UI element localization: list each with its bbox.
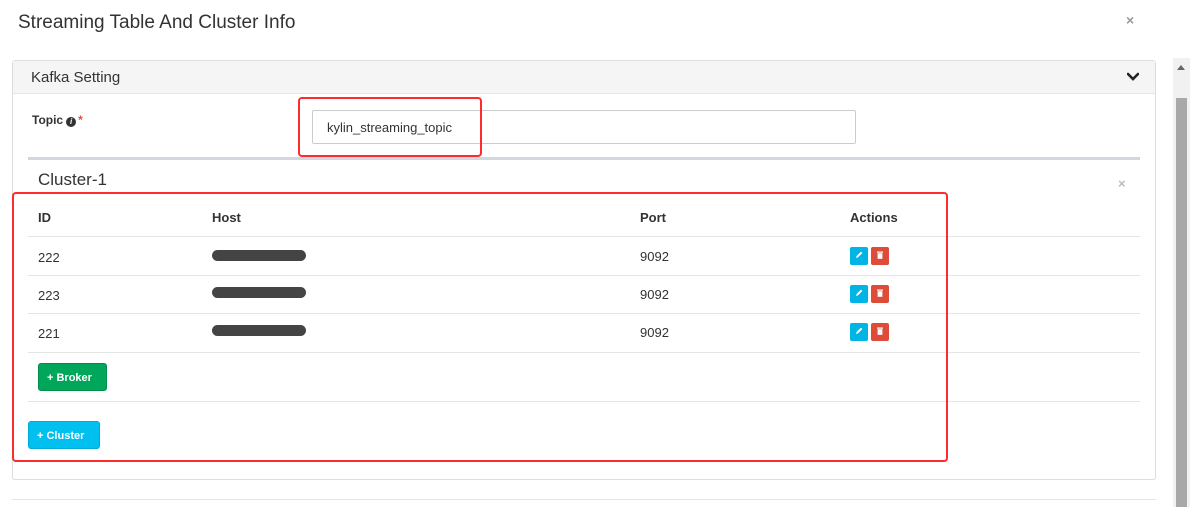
vertical-scrollbar[interactable] <box>1173 58 1190 507</box>
modal-title: Streaming Table And Cluster Info <box>18 12 296 33</box>
column-header-actions: Actions <box>850 210 898 225</box>
edit-broker-button[interactable] <box>850 285 868 303</box>
info-icon[interactable]: i <box>66 117 77 127</box>
column-header-host: Host <box>212 210 241 225</box>
chevron-down-icon[interactable] <box>1127 72 1139 82</box>
modal-header: Streaming Table And Cluster Info × <box>0 0 1190 50</box>
pencil-icon <box>856 327 863 334</box>
edit-broker-button[interactable] <box>850 323 868 341</box>
modal-footer-divider <box>12 499 1156 500</box>
delete-broker-button[interactable] <box>871 285 889 303</box>
row-actions <box>850 247 892 265</box>
table-row: 223 9092 <box>28 276 1140 314</box>
add-broker-button[interactable]: + Broker <box>38 363 107 391</box>
column-header-port: Port <box>640 210 666 225</box>
required-mark: * <box>78 113 83 127</box>
edit-broker-button[interactable] <box>850 247 868 265</box>
topic-label: Topic i * <box>32 113 83 127</box>
table-row: 222 9092 <box>28 237 1140 276</box>
broker-port: 9092 <box>640 287 669 302</box>
broker-host-redacted <box>212 324 306 339</box>
trash-icon <box>877 289 883 297</box>
topic-label-text: Topic <box>32 113 64 127</box>
broker-host-redacted <box>212 249 306 264</box>
broker-port: 9092 <box>640 249 669 264</box>
scrollbar-thumb[interactable] <box>1176 98 1187 507</box>
delete-broker-button[interactable] <box>871 323 889 341</box>
modal-close-button[interactable]: × <box>1126 12 1134 28</box>
broker-id: 223 <box>38 288 60 303</box>
kafka-setting-title: Kafka Setting <box>31 69 121 86</box>
row-actions <box>850 323 892 341</box>
cluster-remove-button[interactable]: × <box>1118 176 1126 191</box>
delete-broker-button[interactable] <box>871 247 889 265</box>
pencil-icon <box>856 251 863 258</box>
scroll-up-arrow-icon[interactable] <box>1177 65 1185 70</box>
broker-add-row <box>28 353 1140 402</box>
broker-table-header: ID Host Port Actions <box>28 198 1140 237</box>
trash-icon <box>877 251 883 259</box>
column-header-id: ID <box>38 210 51 225</box>
table-row: 221 9092 <box>28 314 1140 353</box>
cluster-title: Cluster-1 <box>38 170 107 189</box>
trash-icon <box>877 327 883 335</box>
topic-input[interactable] <box>312 110 856 144</box>
broker-id: 222 <box>38 250 60 265</box>
row-actions <box>850 285 892 303</box>
broker-port: 9092 <box>640 325 669 340</box>
add-cluster-button[interactable]: + Cluster <box>28 421 100 449</box>
broker-host-redacted <box>212 286 306 301</box>
broker-id: 221 <box>38 326 60 341</box>
pencil-icon <box>856 289 863 296</box>
kafka-setting-header[interactable]: Kafka Setting <box>13 61 1155 94</box>
